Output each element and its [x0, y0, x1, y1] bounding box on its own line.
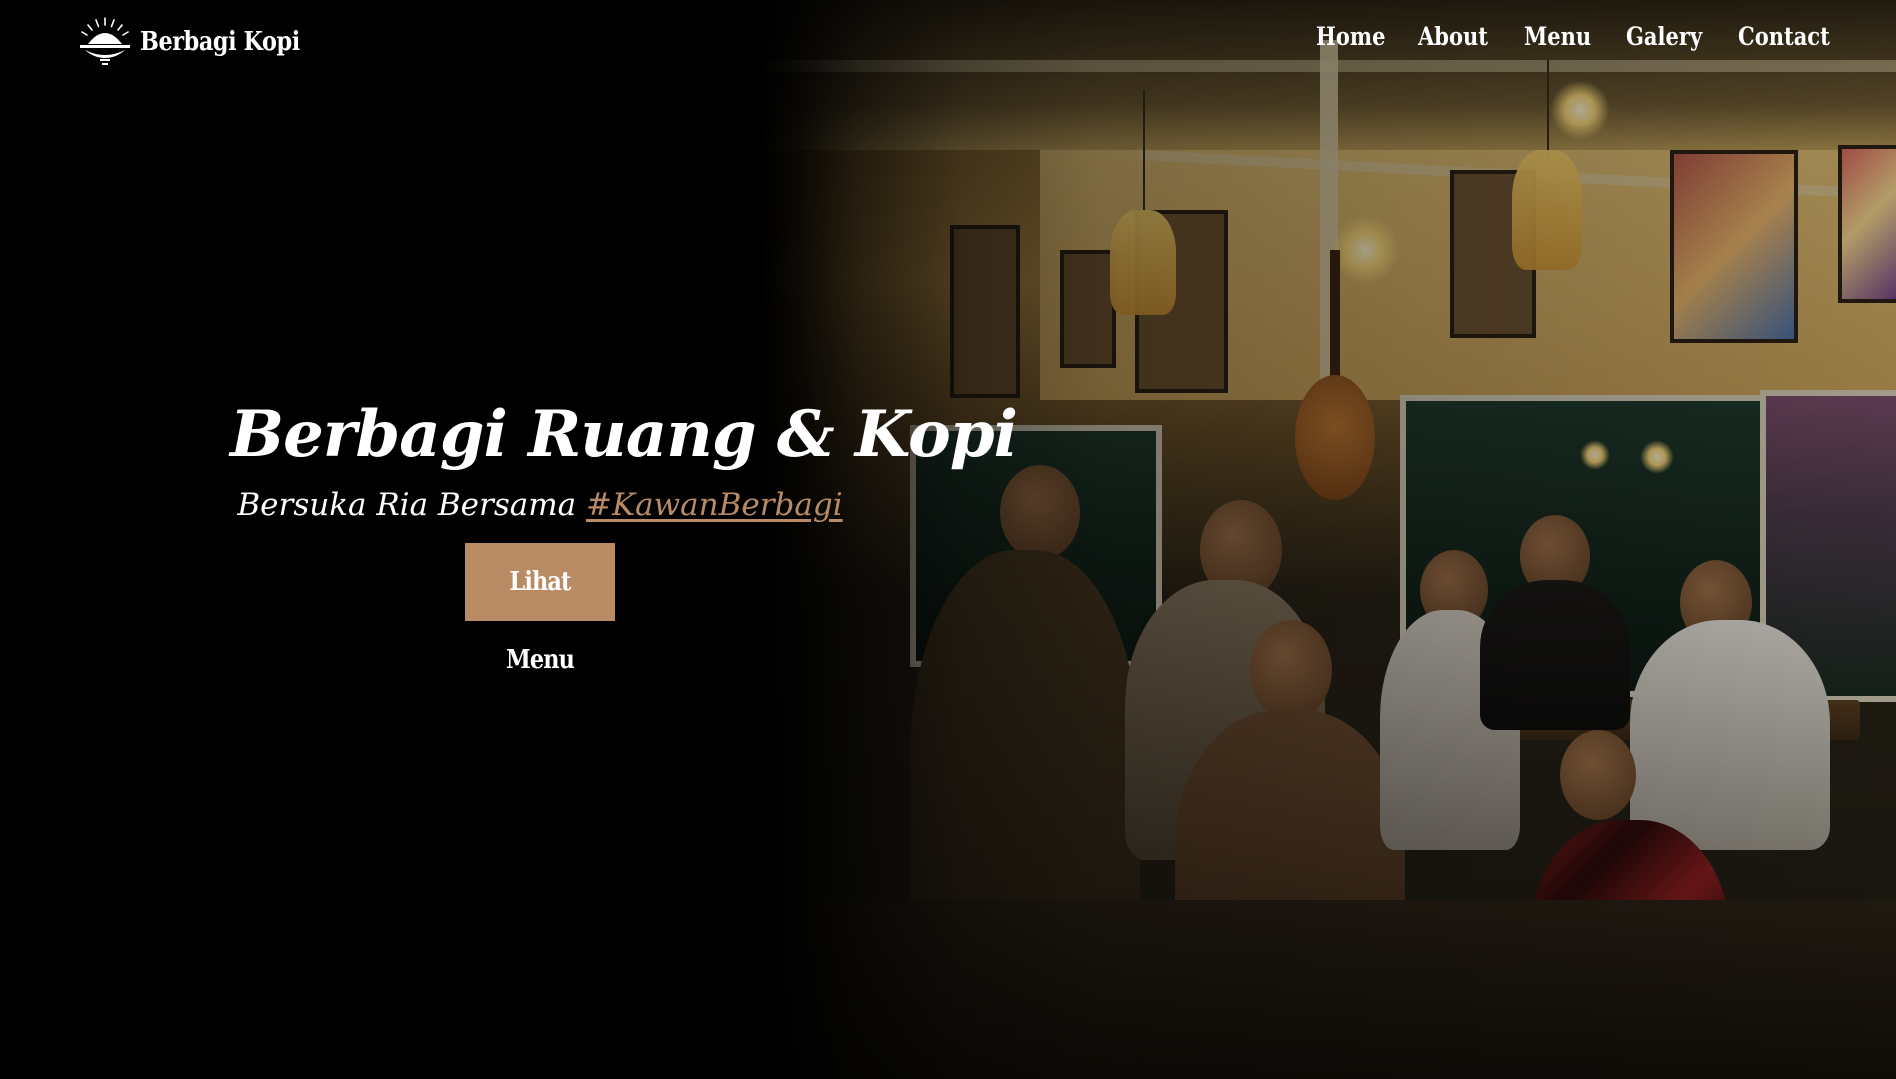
- nav-item-about: About: [1418, 22, 1501, 51]
- nav-link-about[interactable]: About: [1418, 22, 1488, 51]
- hero-content: Berbagi Ruang & Kopi Bersuka Ria Bersama…: [230, 395, 1018, 675]
- navbar: Berbagi Kopi Home About Menu Galery Cont…: [0, 0, 1896, 84]
- nav-item-contact: Contact: [1738, 22, 1847, 51]
- brand-name: Berbagi Kopi: [140, 27, 300, 57]
- nav-link-galery[interactable]: Galery: [1626, 22, 1702, 51]
- nav-item-menu: Menu: [1524, 22, 1604, 51]
- lihat-menu-button[interactable]: Lihat Menu: [465, 543, 615, 675]
- hero-title: Berbagi Ruang & Kopi: [230, 397, 1018, 472]
- nav-link-home[interactable]: Home: [1316, 22, 1385, 51]
- nav-item-galery: Galery: [1626, 22, 1717, 51]
- hashtag-link[interactable]: #KawanBerbagi: [586, 487, 843, 523]
- hero-subtitle: Bersuka Ria Bersama #KawanBerbagi: [230, 483, 850, 527]
- hero-section: Berbagi Ruang & Kopi Bersuka Ria Bersama…: [0, 0, 1896, 1079]
- hero-subtitle-text: Bersuka Ria Bersama: [237, 487, 586, 523]
- brand-link[interactable]: Berbagi Kopi: [76, 16, 326, 68]
- lihat-menu-label: Lihat Menu: [505, 567, 575, 675]
- nav-item-home: Home: [1316, 22, 1399, 51]
- sunrise-logo-icon: [80, 17, 130, 65]
- nav-link-contact[interactable]: Contact: [1738, 22, 1830, 51]
- nav-link-menu[interactable]: Menu: [1524, 22, 1591, 51]
- landing-page: Berbagi Kopi Home About Menu Galery Cont…: [0, 0, 1896, 1079]
